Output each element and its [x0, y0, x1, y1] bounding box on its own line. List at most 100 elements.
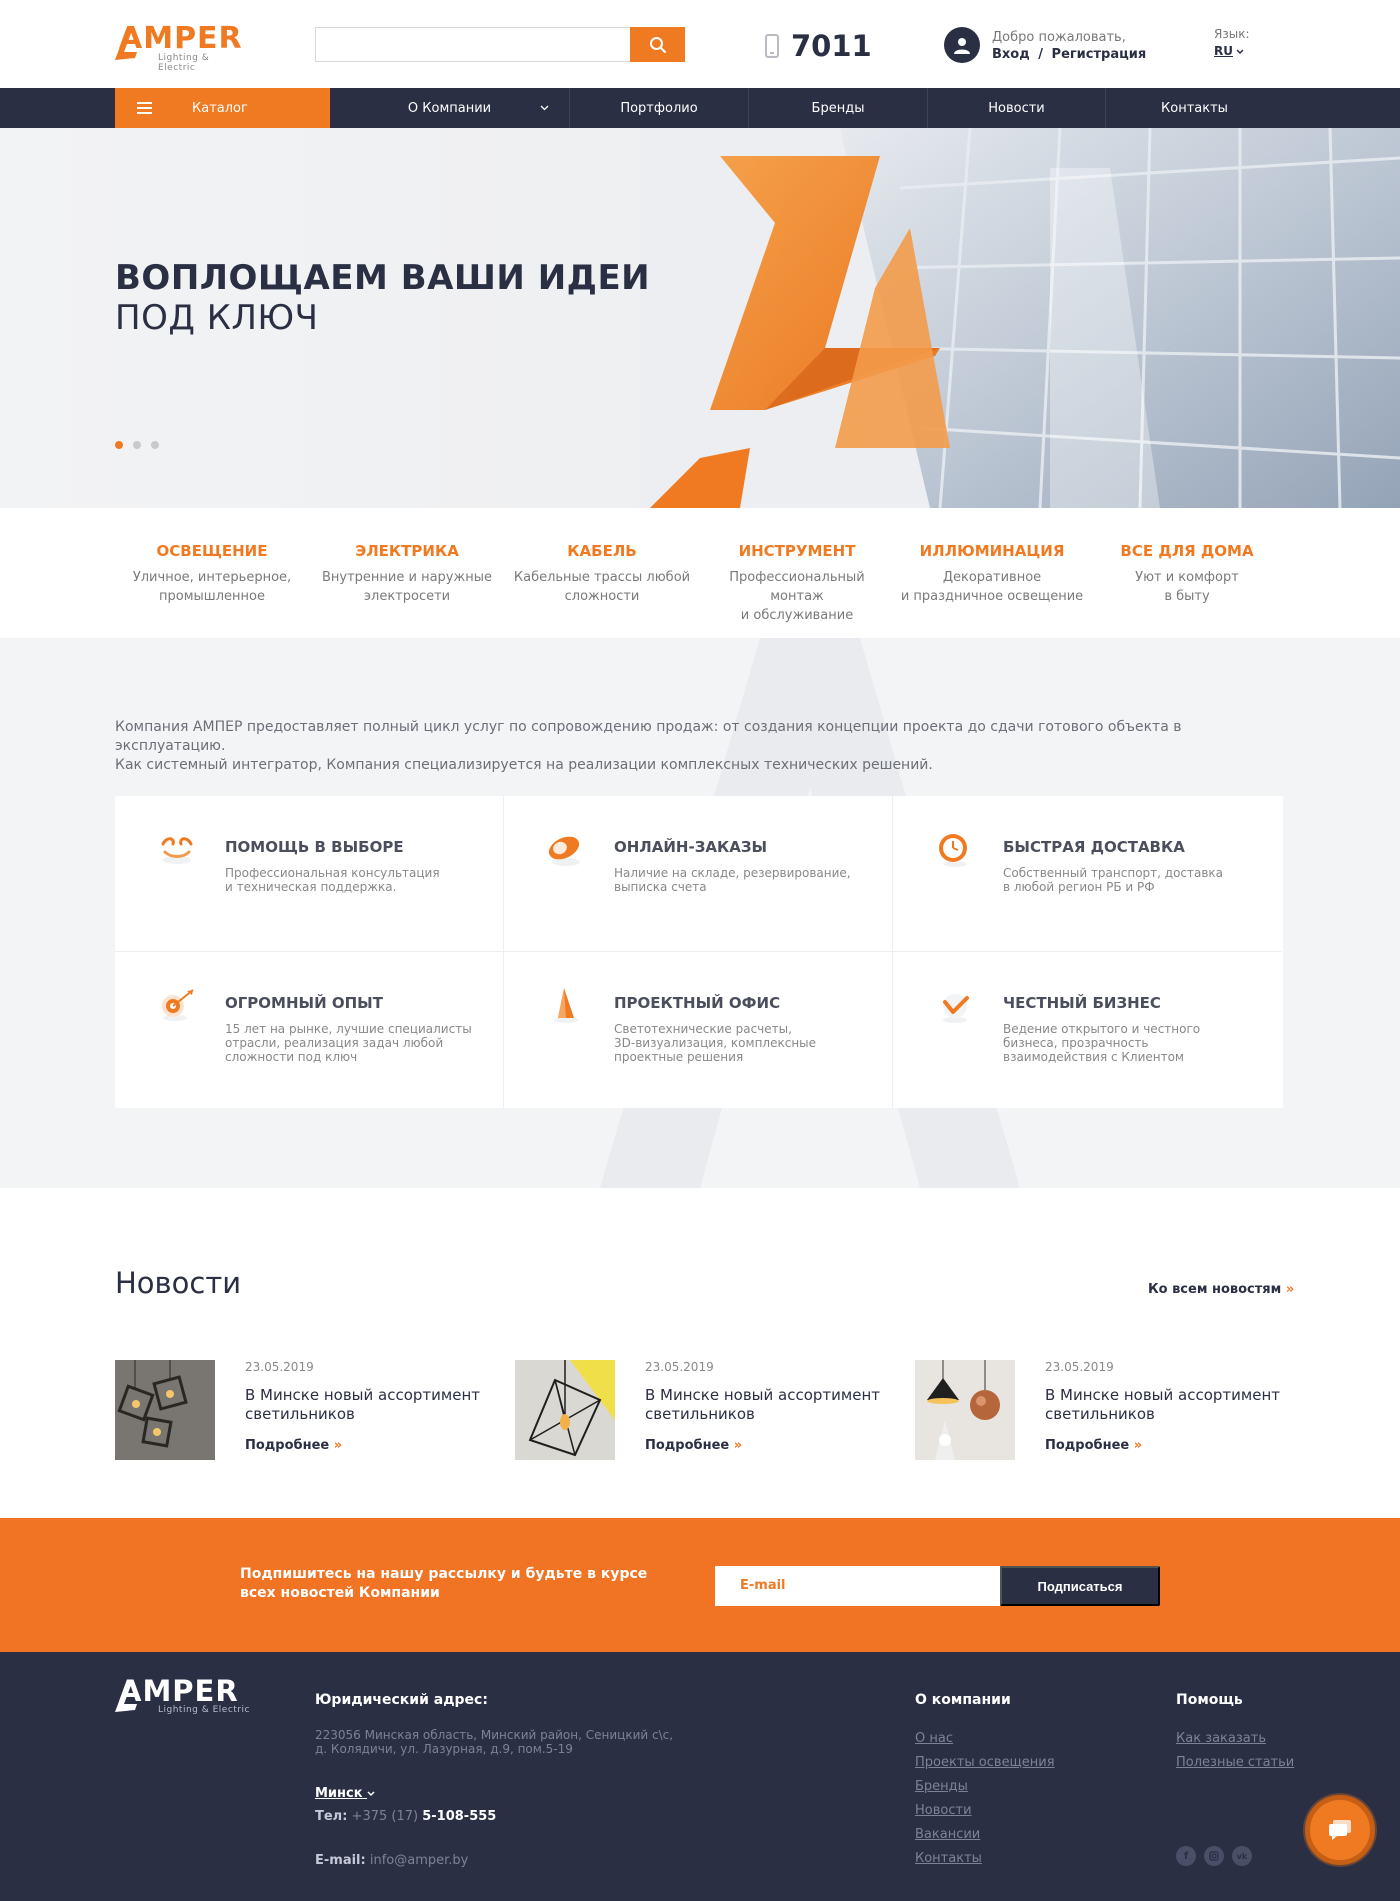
nav-item-portfolio[interactable]: Портфолио — [569, 88, 748, 128]
news-item: 23.05.2019 В Минске новый ассортимент св… — [515, 1360, 895, 1460]
company-heading: О компании — [915, 1692, 1011, 1708]
about-text: Компания АМПЕР предоставляет полный цикл… — [115, 718, 1295, 775]
language-selector: Язык: RU — [1214, 26, 1249, 60]
language-dropdown[interactable]: RU — [1214, 43, 1249, 60]
hero-title-bold: ВОПЛОЩАЕМ ВАШИ ИДЕИ — [115, 258, 651, 298]
chevron-down-icon — [367, 1791, 375, 1797]
catalog-button[interactable]: Каталог — [115, 88, 330, 128]
feature-desc-line: Ведение открытого и честного — [1003, 1022, 1201, 1036]
news-title[interactable]: В Минске новый ассортимент светильников — [245, 1386, 495, 1424]
news-date: 23.05.2019 — [645, 1360, 714, 1374]
double-chevron-icon: » — [1285, 1282, 1295, 1297]
feature-desc-line: Наличие на складе, резервирование, — [614, 866, 851, 880]
all-news-label: Ко всем новостям — [1148, 1282, 1282, 1297]
language-value: RU — [1214, 44, 1233, 58]
welcome-greeting: Добро пожаловать, — [992, 29, 1126, 45]
tel-label: Тел: — [315, 1809, 348, 1824]
news-image[interactable] — [115, 1360, 215, 1460]
city-selector[interactable]: Минск — [315, 1786, 375, 1801]
category-lighting[interactable]: ОСВЕЩЕНИЕ Уличное, интерьерное, промышле… — [117, 542, 307, 606]
tel-number[interactable]: 5-108-555 — [422, 1809, 496, 1824]
feature-desc: Собственный транспорт, доставка в любой … — [1003, 866, 1263, 894]
phone-number[interactable]: 7011 — [791, 29, 872, 63]
footer-phone: Тел: +375 (17) 5-108-555 — [315, 1809, 496, 1824]
phone-block: 7011 — [765, 28, 872, 64]
footer-link-contacts[interactable]: Контакты — [915, 1850, 1055, 1868]
category-home[interactable]: ВСЕ ДЛЯ ДОМА Уют и комфорт в быту — [1092, 542, 1282, 606]
footer-logo[interactable]: AMPER Lighting & Electric — [115, 1676, 249, 1715]
nav-item-label: О Компании — [407, 100, 492, 116]
news-heading: Новости — [115, 1266, 242, 1300]
address-line: 223056 Минская область, Минский район, С… — [315, 1728, 674, 1742]
footer: AMPER Lighting & Electric Юридический ад… — [0, 1652, 1400, 1901]
hero-slider: ВОПЛОЩАЕМ ВАШИ ИДЕИ ПОД КЛЮЧ — [0, 128, 1400, 508]
subscribe-section: Подпишитесь на нашу рассылку и будьте в … — [0, 1518, 1400, 1652]
footer-link-brands[interactable]: Бренды — [915, 1778, 1055, 1796]
nav-item-news[interactable]: Новости — [927, 88, 1105, 128]
tel-code: +375 (17) — [351, 1809, 419, 1824]
category-illumination[interactable]: ИЛЛЮМИНАЦИЯ Декоративное и праздничное о… — [897, 542, 1087, 606]
category-electrics[interactable]: ЭЛЕКТРИКА Внутренние и наружные электрос… — [312, 542, 502, 606]
slider-dot[interactable] — [115, 441, 123, 449]
email-link[interactable]: info@amper.by — [370, 1853, 469, 1868]
news-title[interactable]: В Минске новый ассортимент светильников — [1045, 1386, 1295, 1424]
category-desc: и праздничное освещение — [900, 589, 1084, 604]
feature-title: ЧЕСТНЫЙ БИЗНЕС — [1003, 994, 1161, 1012]
logo[interactable]: AMPER Lighting & Electric — [115, 24, 245, 73]
nav-item-contacts[interactable]: Контакты — [1105, 88, 1283, 128]
category-desc: в быту — [1164, 589, 1210, 604]
chat-button[interactable] — [1305, 1795, 1375, 1865]
about-section: Компания АМПЕР предоставляет полный цикл… — [0, 638, 1400, 1188]
feature-desc-line: в любой регион РБ и РФ — [1003, 880, 1155, 894]
feature-title: ОНЛАЙН-ЗАКАЗЫ — [614, 838, 768, 856]
help-heading: Помощь — [1176, 1692, 1243, 1708]
features-grid: ПОМОЩЬ В ВЫБОРЕ Профессиональная консуль… — [115, 796, 1283, 1108]
feature-desc-line: Собственный транспорт, доставка — [1003, 866, 1224, 880]
double-chevron-icon: » — [1133, 1438, 1143, 1453]
address-text: 223056 Минская область, Минский район, С… — [315, 1728, 715, 1756]
nav-item-brands[interactable]: Бренды — [748, 88, 927, 128]
address-heading: Юридический адрес: — [315, 1692, 488, 1708]
feature-desc-line: выписка счета — [614, 880, 707, 894]
register-link[interactable]: Регистрация — [1052, 47, 1147, 62]
footer-link-about[interactable]: О нас — [915, 1730, 1055, 1748]
category-desc: электросети — [363, 589, 451, 604]
feature-desc-line: отрасли, реализация задач любой — [225, 1036, 444, 1050]
footer-link-articles[interactable]: Полезные статьи — [1176, 1754, 1294, 1772]
news-section: Новости Ко всем новостям » 23.05.2019 В … — [0, 1188, 1400, 1518]
company-links: О нас Проекты освещения Бренды Новости В… — [915, 1730, 1055, 1868]
catalog-label: Каталог — [192, 100, 248, 116]
slider-dot[interactable] — [151, 441, 159, 449]
nav-item-about[interactable]: О Компании — [330, 88, 569, 128]
footer-link-projects[interactable]: Проекты освещения — [915, 1754, 1055, 1772]
social-links: f vk — [1176, 1846, 1252, 1866]
footer-link-how-to-order[interactable]: Как заказать — [1176, 1730, 1294, 1748]
user-avatar-icon[interactable] — [944, 27, 980, 63]
footer-link-news[interactable]: Новости — [915, 1802, 1055, 1820]
logo-subtitle: Lighting & Electric — [158, 53, 210, 73]
search-input[interactable] — [315, 27, 631, 62]
news-image[interactable] — [515, 1360, 615, 1460]
footer-link-vacancies[interactable]: Вакансии — [915, 1826, 1055, 1844]
email-field[interactable]: E-mail — [715, 1566, 1000, 1606]
facebook-icon[interactable]: f — [1176, 1846, 1196, 1866]
news-title[interactable]: В Минске новый ассортимент светильников — [645, 1386, 895, 1424]
news-more-link[interactable]: Подробнее » — [1045, 1438, 1142, 1453]
category-desc: промышленное — [159, 589, 265, 604]
slider-dot[interactable] — [133, 441, 141, 449]
news-more-link[interactable]: Подробнее » — [645, 1438, 742, 1453]
login-link[interactable]: Вход — [992, 47, 1030, 62]
news-more-link[interactable]: Подробнее » — [245, 1438, 342, 1453]
instagram-icon[interactable] — [1204, 1846, 1224, 1866]
all-news-link[interactable]: Ко всем новостям » — [1148, 1282, 1294, 1297]
category-cable[interactable]: КАБЕЛЬ Кабельные трассы любой сложности — [507, 542, 697, 606]
category-tools[interactable]: ИНСТРУМЕНТ Профессиональный монтаж и обс… — [702, 542, 892, 625]
vk-icon[interactable]: vk — [1232, 1846, 1252, 1866]
subscribe-button[interactable]: Подписаться — [1000, 1566, 1160, 1606]
feature-desc-line: проектные решения — [614, 1050, 744, 1064]
category-title: ИЛЛЮМИНАЦИЯ — [919, 542, 1065, 560]
search-button[interactable] — [630, 27, 685, 62]
pencil-icon — [554, 988, 578, 1023]
city-label: Минск — [315, 1786, 363, 1801]
news-image[interactable] — [915, 1360, 1015, 1460]
